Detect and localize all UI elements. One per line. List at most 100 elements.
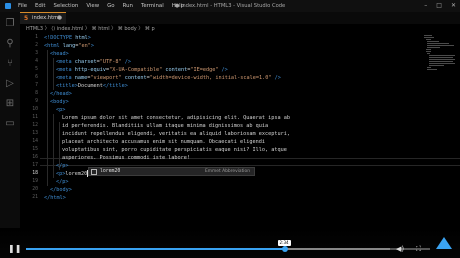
suggestion-label[interactable]: lorem20 — [100, 168, 120, 176]
line-number: 4 — [35, 59, 38, 64]
line-number-active: 18 — [32, 171, 38, 176]
token-string: "viewport" — [90, 75, 122, 81]
token-tag: > — [90, 43, 94, 49]
token-tag: </title> — [102, 83, 128, 89]
minimap-line — [427, 43, 449, 44]
extensions-icon[interactable]: ⊞ — [4, 98, 16, 110]
minimap-line — [429, 59, 455, 60]
code-line-9: <body> — [50, 99, 69, 105]
code-line-3: <head> — [50, 51, 69, 57]
token-keyword: html — [72, 35, 88, 41]
token-tag: <title> — [56, 83, 78, 89]
token-attr: content — [121, 75, 147, 81]
token-tag: /> — [271, 75, 281, 81]
volume-icon[interactable]: ◀) — [396, 244, 404, 254]
close-window-button[interactable]: ✕ — [451, 0, 456, 12]
activity-bar: ❐ ⚲ ⑂ ▷ ⊞ ▭ — [0, 12, 20, 228]
minimap-line — [427, 41, 439, 42]
window-controls: – □ ✕ — [424, 0, 456, 12]
html5-file-icon: 5 — [24, 15, 29, 22]
code-line-1: <!DOCTYPE html> — [44, 34, 91, 42]
minimap-line — [426, 49, 431, 50]
line-number: 10 — [32, 107, 38, 112]
code-line-20: </body> — [50, 187, 72, 193]
token-string: "IE=edge" — [190, 67, 219, 73]
code-line-19: </p> — [56, 179, 69, 185]
maximize-button[interactable]: □ — [436, 0, 442, 12]
code-line-12: id perferendis. Blanditiis ullam itaque … — [62, 123, 269, 129]
token-string: "width=device-width, initial-scale=1.0" — [149, 75, 272, 81]
token-tag: <meta — [56, 59, 72, 65]
minimap-line — [427, 53, 430, 54]
line-number: 9 — [35, 99, 38, 104]
indent-guide — [53, 114, 54, 178]
scrubber-handle[interactable] — [281, 246, 288, 252]
minimap-line — [429, 63, 455, 64]
minimap[interactable] — [424, 34, 456, 72]
explorer-icon[interactable]: ❐ — [4, 18, 16, 30]
token-attr: content — [162, 67, 188, 73]
fullscreen-icon[interactable]: ⛶ — [416, 244, 421, 254]
progress-bar[interactable] — [26, 246, 430, 252]
line-number: 3 — [35, 51, 38, 56]
code-line-6: <meta name="viewport" content="width=dev… — [56, 74, 281, 82]
breadcrumb[interactable]: HTML3 〉 ⟨⟩ index.html 〉 ⌘ html 〉 ⌘ body … — [20, 25, 460, 34]
suggestion-widget[interactable]: lorem20 Emmet Abbreviation — [88, 167, 255, 176]
run-debug-icon[interactable]: ▷ — [4, 78, 16, 90]
source-control-icon[interactable]: ⑂ — [4, 58, 16, 70]
token-tag: <meta — [56, 67, 72, 73]
line-number: 19 — [32, 179, 38, 184]
indent-guide — [53, 58, 54, 90]
minimap-line — [427, 67, 431, 68]
buffered-bar — [284, 248, 390, 250]
minimap-line — [424, 37, 434, 38]
pause-button[interactable]: ❚❚ — [8, 244, 21, 254]
token-tag: > — [87, 35, 91, 41]
line-number: 2 — [35, 43, 38, 48]
line-number: 13 — [32, 131, 38, 136]
minimap-line — [429, 65, 444, 66]
minimap-line — [429, 61, 453, 62]
code-line-7: <title>Document</title> — [56, 82, 128, 90]
line-number: 21 — [32, 195, 38, 200]
typed-abbreviation: lorem20 — [65, 171, 88, 177]
remote-explorer-icon[interactable]: ▭ — [4, 118, 16, 130]
suggestion-detail: Emmet Abbreviation — [204, 169, 250, 174]
code-line-10: <p> — [56, 107, 66, 113]
minimap-line — [426, 39, 431, 40]
token-string: "UTF-8" — [99, 59, 122, 65]
token-tag: <html — [44, 43, 60, 49]
minimap-line — [426, 51, 431, 52]
code-line-16: asperiores. Possimus commodi iste labore… — [62, 155, 191, 161]
tab-label: index.html — [32, 15, 60, 21]
code-line-17: </p> — [56, 163, 69, 169]
video-player-controls: 2:34 ❚❚ ◀) ⛶ — [0, 228, 460, 258]
line-number: 12 — [32, 123, 38, 128]
line-number: 15 — [32, 147, 38, 152]
code-line-21: </html> — [44, 195, 66, 201]
minimap-line — [427, 69, 437, 70]
unsaved-dot-icon[interactable]: ● — [57, 13, 62, 24]
line-number: 16 — [32, 155, 38, 160]
token-tag: /> — [121, 59, 131, 65]
code-editor[interactable]: <!DOCTYPE html> <html lang="en"> <head> … — [44, 34, 460, 228]
token-tag: /> — [218, 67, 228, 73]
tab-index-html[interactable]: 5 index.html ● — [20, 12, 66, 24]
minimap-line — [427, 47, 440, 48]
search-icon[interactable]: ⚲ — [4, 38, 16, 50]
code-line-5: <meta http-equiv="X-UA-Compatible" conte… — [56, 66, 228, 74]
line-number: 11 — [32, 115, 38, 120]
snippet-icon — [91, 169, 97, 175]
line-number: 6 — [35, 75, 38, 80]
title-bar: File Edit Selection View Go Run Terminal… — [0, 0, 460, 12]
code-line-11: Lorem ipsum dolor sit amet consectetur, … — [62, 115, 290, 121]
line-number: 1 — [35, 35, 38, 40]
code-line-2: <html lang="en"> — [44, 42, 94, 50]
line-number: 14 — [32, 139, 38, 144]
code-line-14: placeat architecto accusamus enim sit nu… — [62, 139, 266, 145]
code-line-13: incidunt repellendus eligendi, veritatis… — [62, 131, 290, 137]
token-attr: lang — [59, 43, 76, 49]
code-line-15: voluptatibus sint, porro cupiditate pers… — [62, 147, 287, 153]
minimize-button[interactable]: – — [424, 0, 427, 12]
time-tooltip: 2:34 — [277, 240, 291, 246]
